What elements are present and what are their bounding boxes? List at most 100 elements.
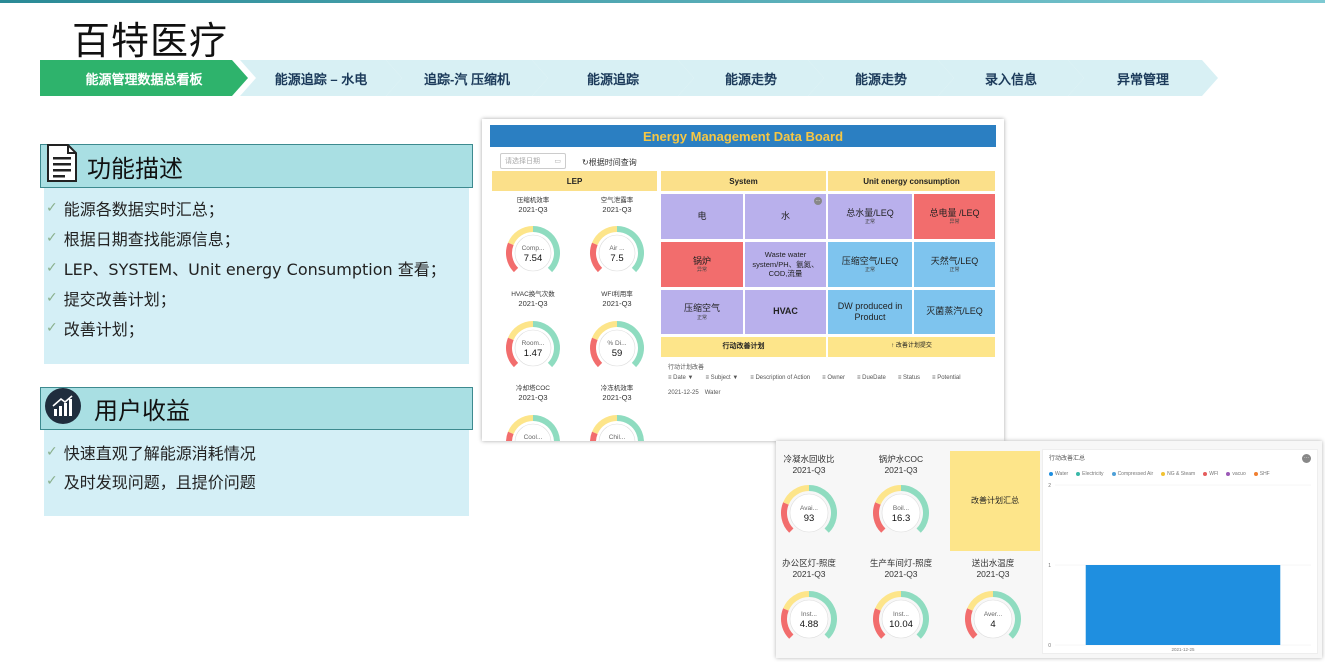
date-picker[interactable]: 请选择日期 ▭ — [500, 153, 566, 169]
system-header: System — [661, 171, 826, 191]
gauge-dial: Cool... — [506, 415, 560, 441]
gauge-metric-label: Comp... — [522, 245, 545, 252]
unit-tile-total-water[interactable]: 总水量/LEQ 正常 — [828, 194, 912, 239]
document-icon — [45, 143, 79, 189]
nav-tab-data-entry[interactable]: 录入信息 — [938, 60, 1084, 96]
column-header[interactable]: ≡ Owner — [822, 375, 845, 381]
page-title: 百特医疗 — [72, 19, 229, 63]
gauge-dial: % Di...59 — [590, 321, 644, 368]
column-header[interactable]: ≡ Subject ▼ — [705, 375, 738, 381]
gauge-value: 93 — [804, 513, 815, 524]
summary-tile[interactable]: 改善计划汇总 — [950, 451, 1040, 551]
gauge-value: 7.54 — [524, 253, 543, 264]
function-item: ✓ LEP、SYSTEM、Unit energy Consumption 查看； — [46, 260, 446, 279]
gauge-title: 生产车间灯-照度 2021-Q3 — [869, 558, 933, 579]
bar[interactable] — [1085, 565, 1281, 645]
column-header[interactable]: ≡ Description of Action — [750, 375, 810, 381]
gauge-title: 锅炉水COC 2021-Q3 — [878, 454, 924, 475]
gauge-title: HVAC换气次数 2021-Q3 — [511, 291, 555, 309]
gauge-arc — [506, 337, 519, 368]
gauge-dial: Room...1.47 — [506, 321, 560, 368]
nav-label: 能源管理数据总看板 — [85, 71, 203, 87]
plan-table-title: 行动计划改善 — [668, 365, 705, 371]
gauge-dial: Boil...16.3 — [873, 485, 929, 533]
nav-tab-energy-trend-1[interactable]: 能源走势 — [678, 60, 824, 96]
gauge-value: 7.5 — [610, 253, 623, 264]
table-row[interactable]: 2021-12-25 Water — [668, 390, 720, 396]
gauge-dial: Aver...4 — [965, 591, 1021, 639]
benefit-panel-title: 用户收益 — [94, 397, 190, 425]
system-tile-hvac[interactable]: HVAC — [745, 290, 826, 334]
gauge-dial: Air ...7.5 — [590, 226, 644, 273]
column-header[interactable]: ≡ Date ▼ — [668, 375, 693, 381]
nav-tab-steam-compressor[interactable]: 追踪-汽 压缩机 — [386, 60, 548, 96]
nav-tab-energy-trend-2[interactable]: 能源走势 — [808, 60, 954, 96]
benefit-panel-header: 用户收益 — [40, 387, 473, 430]
function-panel-title: 功能描述 — [87, 154, 183, 183]
system-tile-electricity[interactable]: 电 — [661, 194, 743, 239]
nav-tab-water-electric[interactable]: 能源追踪 – 水电 — [240, 60, 402, 96]
unit-header: Unit energy consumption — [828, 171, 995, 191]
nav-label: 能源追踪 — [586, 71, 639, 87]
gauge-title: 压缩机效率 2021-Q3 — [516, 197, 550, 215]
nav-label: 录入信息 — [984, 71, 1037, 87]
gauge-dial: Inst...10.04 — [873, 591, 929, 639]
gauge-title: 冷凝水回收比 2021-Q3 — [783, 454, 835, 475]
system-tile-boiler[interactable]: 锅炉 异常 — [661, 242, 743, 287]
column-header[interactable]: ≡ Potential — [932, 375, 961, 381]
gauge-value: 10.04 — [889, 619, 913, 630]
gauge-arc — [590, 337, 603, 368]
action-plan-button[interactable]: 行动改善计划 — [661, 337, 826, 357]
gauge-metric-label: Inst... — [893, 611, 909, 618]
column-header[interactable]: ≡ DueDate — [857, 375, 886, 381]
nav-bar: 能源管理数据总看板 能源追踪 – 水电 追踪-汽 压缩机 能源追踪 能源走势 能… — [40, 60, 1220, 96]
unit-tile-dw-produced[interactable]: DW produced in Product — [828, 290, 912, 334]
function-item: ✓ 能源各数据实时汇总； — [46, 200, 224, 219]
gauge-title: 空气泄露率 2021-Q3 — [600, 197, 634, 215]
submit-plan-button[interactable]: ↑ 改善计划提交 — [828, 337, 995, 357]
more-icon[interactable]: ··· — [814, 197, 822, 205]
y-tick-label: 0 — [1048, 643, 1051, 649]
bar-chart: 0 1 2 2021-12-25 — [1048, 483, 1311, 652]
gauge-metric-label: Avai... — [800, 505, 818, 512]
gauge-metric-label: Room... — [522, 340, 545, 347]
top-accent-bar — [0, 0, 1325, 3]
unit-tile-total-electricity[interactable]: 总电量 /LEQ 异常 — [914, 194, 995, 239]
function-item: ✓ 改善计划； — [46, 320, 144, 339]
gauge-value: 16.3 — [892, 513, 911, 524]
nav-tab-dashboard[interactable]: 能源管理数据总看板 — [40, 60, 248, 96]
system-tile-water[interactable]: 水 ··· — [745, 194, 826, 239]
nav-tab-exception[interactable]: 异常管理 — [1068, 60, 1218, 96]
plan-table-header: ≡ Date ▼ ≡ Subject ▼ ≡ Description of Ac… — [668, 375, 961, 381]
lep-header: LEP — [492, 171, 657, 191]
nav-label: 能源走势 — [724, 71, 777, 87]
gauge-metric-label: Inst... — [801, 611, 817, 618]
nav-label: 异常管理 — [1116, 71, 1169, 87]
gauge-value: 1.47 — [524, 348, 543, 359]
unit-tile-natural-gas[interactable]: 天然气/LEQ 正常 — [914, 242, 995, 287]
gauge-title: 送出水温度 2021-Q3 — [971, 558, 1015, 579]
calendar-icon: ▭ — [554, 158, 561, 165]
date-query-button[interactable]: ↻根据时间查询 — [582, 157, 637, 168]
gauge-metric-label: Air ... — [609, 245, 624, 252]
system-tile-compressed-air[interactable]: 压缩空气 正常 — [661, 290, 743, 334]
nav-label: 追踪-汽 压缩机 — [424, 71, 510, 87]
nav-tab-energy-tracking[interactable]: 能源追踪 — [532, 60, 694, 96]
growth-chart-icon — [44, 387, 82, 431]
gauge-value: 4 — [990, 619, 995, 630]
column-header[interactable]: ≡ Status — [898, 375, 920, 381]
benefit-item: ✓ 及时发现问题，且提价问题 — [46, 473, 256, 492]
gauge-metric-label: Chil... — [609, 434, 626, 441]
system-tile-waste-water[interactable]: Waste water system/PH、氨氮、COD,流量 — [745, 242, 826, 287]
y-tick-label: 1 — [1048, 563, 1051, 569]
gauge-arc — [590, 242, 603, 273]
dashboard-screenshot: Energy Management Data Board 请选择日期 ▭ ↻根据时… — [482, 119, 1004, 441]
unit-tile-compressed-air[interactable]: 压缩空气/LEQ 正常 — [828, 242, 912, 287]
unit-tile-sterile-steam[interactable]: 灭菌蒸汽/LEQ — [914, 290, 995, 334]
gauge-dial: Inst...4.88 — [781, 591, 837, 639]
function-item: ✓ 提交改善计划； — [46, 290, 176, 309]
gauge-value: 59 — [612, 348, 623, 359]
dashboard-screenshot-2: 冷凝水回收比 2021-Q3 锅炉水COC 2021-Q3 办公区灯-照度 2021-… — [776, 441, 1322, 658]
gauge-dial: Chil... — [590, 415, 644, 441]
gauge-metric-label: % Di... — [607, 340, 626, 347]
